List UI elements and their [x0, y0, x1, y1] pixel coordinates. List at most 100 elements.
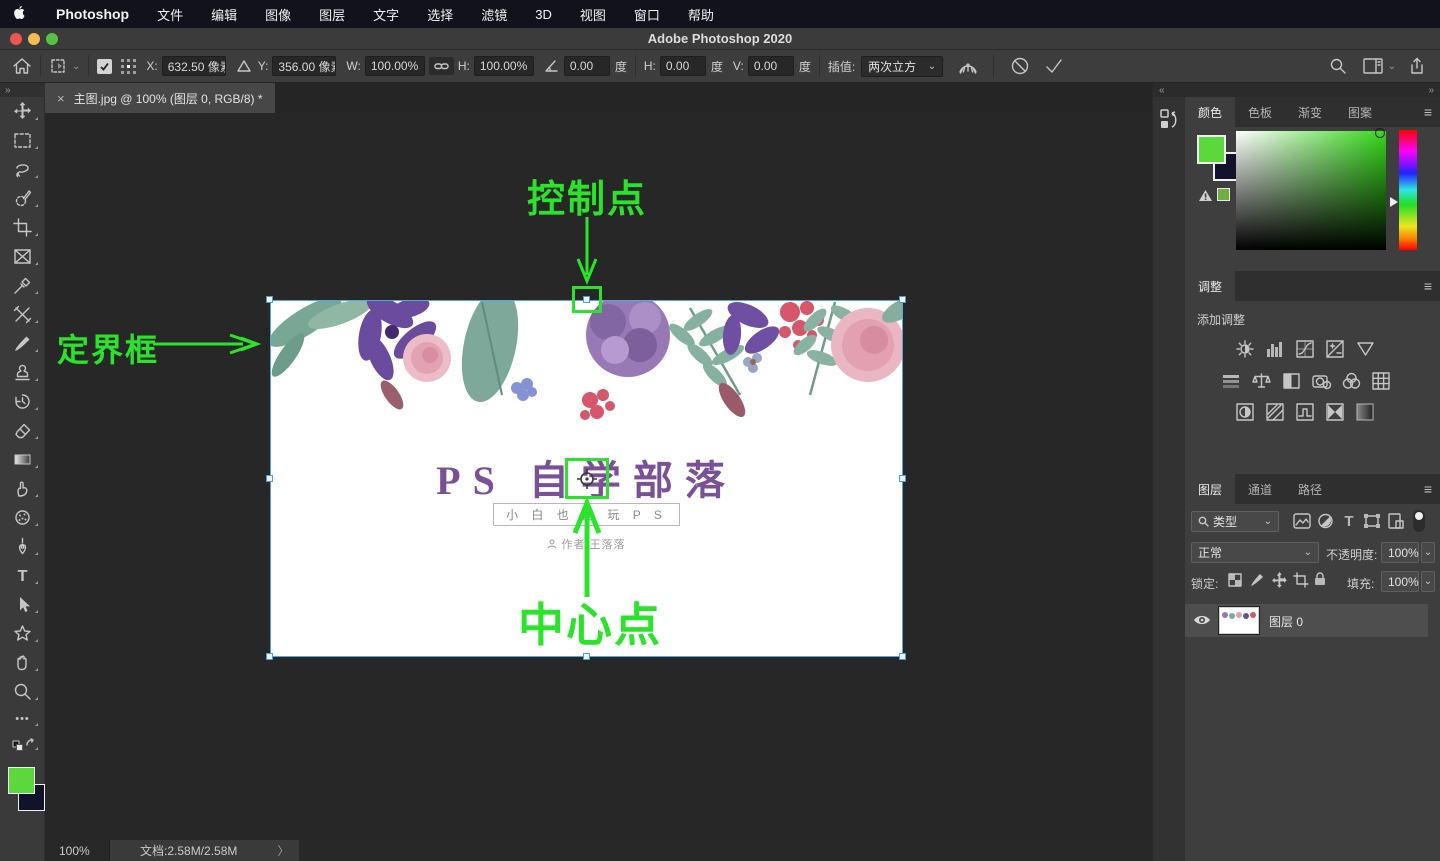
- blend-mode-select[interactable]: 正常 ⌄: [1191, 542, 1319, 563]
- tab-swatches[interactable]: 色板: [1235, 97, 1285, 127]
- layer-visibility-eye-icon[interactable]: [1193, 613, 1211, 632]
- hue-slider-marker[interactable]: [1390, 197, 1398, 207]
- sponge-tool[interactable]: [0, 503, 45, 532]
- w-value-field[interactable]: 100.00%: [364, 56, 425, 76]
- type-tool[interactable]: T: [0, 561, 45, 590]
- v-skew-field[interactable]: 0.00: [747, 56, 794, 76]
- cancel-transform-icon[interactable]: [1010, 56, 1030, 76]
- filter-adjustment-layers-icon[interactable]: [1317, 513, 1334, 534]
- quick-selection-tool[interactable]: [0, 184, 45, 213]
- canvas-area[interactable]: PS 自学部落 小 白 也 能 玩 P S 作者:王落落 控制点 定界框 中心点: [45, 113, 1152, 840]
- posterize-icon[interactable]: [1265, 402, 1286, 427]
- transform-handle-bottom-left[interactable]: [266, 653, 273, 660]
- relative-position-icon[interactable]: [236, 59, 252, 73]
- clone-stamp-tool[interactable]: [0, 358, 45, 387]
- threshold-icon[interactable]: [1295, 402, 1316, 427]
- history-brush-tool[interactable]: [0, 387, 45, 416]
- eyedropper-tool[interactable]: [0, 271, 45, 300]
- menu-layer[interactable]: 图层: [305, 0, 359, 28]
- gamut-warning-icon[interactable]: [1198, 189, 1213, 207]
- photo-filter-icon[interactable]: [1311, 371, 1332, 396]
- pen-tool[interactable]: [0, 532, 45, 561]
- tab-gradients[interactable]: 渐变: [1285, 97, 1335, 127]
- transform-handle-top-right[interactable]: [899, 296, 906, 303]
- lock-transparency-icon[interactable]: [1227, 572, 1243, 593]
- lock-image-icon[interactable]: [1249, 572, 1265, 593]
- tab-patterns[interactable]: 图案: [1335, 97, 1385, 127]
- layer-filter-type-select[interactable]: 类型 ⌄: [1191, 511, 1279, 532]
- apple-menu-icon[interactable]: [0, 0, 42, 28]
- color-panel-menu-icon[interactable]: ≡: [1424, 104, 1432, 120]
- frame-tool[interactable]: [0, 242, 45, 271]
- lasso-tool[interactable]: [0, 155, 45, 184]
- workspace-switcher-icon[interactable]: [1362, 58, 1383, 74]
- transform-handle-top-left[interactable]: [266, 296, 273, 303]
- menu-type[interactable]: 文字: [359, 0, 413, 28]
- foreground-color-swatch[interactable]: [8, 767, 35, 794]
- color-field-cursor[interactable]: [1375, 128, 1385, 138]
- gradient-map-icon[interactable]: [1325, 402, 1346, 427]
- maintain-aspect-link-icon[interactable]: [428, 57, 454, 75]
- brightness-contrast-icon[interactable]: [1235, 339, 1256, 364]
- search-icon[interactable]: [1329, 57, 1347, 75]
- fill-chevron[interactable]: ⌄: [1421, 571, 1435, 592]
- menu-filter[interactable]: 滤镜: [467, 0, 521, 28]
- healing-brush-tool[interactable]: [0, 300, 45, 329]
- menu-3d[interactable]: 3D: [521, 0, 566, 28]
- gradient-tool[interactable]: [0, 445, 45, 474]
- curves-icon[interactable]: [1295, 339, 1316, 364]
- tab-color[interactable]: 颜色: [1185, 97, 1236, 127]
- interpolation-select[interactable]: 两次立方 ⌄: [861, 55, 944, 77]
- adjustments-panel-menu-icon[interactable]: ≡: [1424, 278, 1432, 294]
- history-panel-icon[interactable]: [1158, 107, 1180, 138]
- opacity-chevron[interactable]: ⌄: [1421, 542, 1435, 563]
- menu-photoshop[interactable]: Photoshop: [42, 0, 143, 28]
- selective-color-icon[interactable]: [1355, 402, 1376, 427]
- zoom-tool[interactable]: [0, 677, 45, 706]
- smudge-tool[interactable]: [0, 474, 45, 503]
- layers-panel-menu-icon[interactable]: ≡: [1424, 481, 1432, 497]
- layer-row[interactable]: 图层 0: [1185, 604, 1428, 637]
- layer-thumbnail[interactable]: [1218, 606, 1260, 635]
- path-selection-tool[interactable]: [0, 590, 45, 619]
- reference-point-locator-icon[interactable]: [121, 58, 137, 74]
- black-white-icon[interactable]: [1281, 371, 1302, 396]
- default-swap-colors-icon[interactable]: [0, 732, 45, 756]
- share-icon[interactable]: [1408, 57, 1426, 75]
- dock-expand-icon[interactable]: »: [1185, 83, 1440, 97]
- levels-icon[interactable]: [1265, 339, 1286, 364]
- tab-layers[interactable]: 图层: [1185, 474, 1236, 504]
- transform-handle-bottom-right[interactable]: [899, 653, 906, 660]
- move-tool[interactable]: [0, 97, 45, 126]
- menu-help[interactable]: 帮助: [674, 0, 728, 28]
- tool-preset-chevron-icon[interactable]: ⌄: [72, 61, 80, 72]
- vibrance-icon[interactable]: [1355, 339, 1376, 364]
- zoom-level-field[interactable]: 100%: [59, 844, 109, 858]
- eraser-tool[interactable]: [0, 416, 45, 445]
- panel-foreground-swatch[interactable]: [1197, 135, 1226, 164]
- status-chevron-icon[interactable]: 〉: [267, 840, 300, 861]
- color-field[interactable]: [1236, 131, 1386, 250]
- filter-type-layers-icon[interactable]: T: [1341, 512, 1357, 534]
- lock-position-icon[interactable]: [1271, 572, 1287, 593]
- brush-tool[interactable]: [0, 329, 45, 358]
- h-value-field[interactable]: 100.00%: [473, 56, 534, 76]
- tools-collapse-icon[interactable]: »: [5, 85, 11, 96]
- opacity-value[interactable]: 100%: [1381, 542, 1419, 563]
- custom-shape-tool[interactable]: [0, 619, 45, 648]
- menu-view[interactable]: 视图: [566, 0, 620, 28]
- channel-mixer-icon[interactable]: [1341, 371, 1362, 396]
- h-skew-field[interactable]: 0.00: [659, 56, 706, 76]
- filter-smart-objects-icon[interactable]: [1387, 513, 1404, 534]
- color-balance-icon[interactable]: [1251, 371, 1272, 396]
- gamut-color-swatch[interactable]: [1217, 188, 1230, 201]
- hue-saturation-icon[interactable]: [1221, 371, 1242, 396]
- workspace-chevron-icon[interactable]: ⌄: [1388, 61, 1396, 72]
- layer-filter-toggle[interactable]: [1413, 510, 1425, 532]
- y-value-field[interactable]: 356.00 像素: [272, 56, 337, 76]
- document-tab[interactable]: × 主图.jpg @ 100% (图层 0, RGB/8) *: [45, 83, 275, 113]
- menu-edit[interactable]: 编辑: [197, 0, 251, 28]
- lock-all-icon[interactable]: [1313, 571, 1327, 592]
- rectangular-marquee-tool[interactable]: [0, 126, 45, 155]
- edit-toolbar-icon[interactable]: •••: [0, 706, 45, 732]
